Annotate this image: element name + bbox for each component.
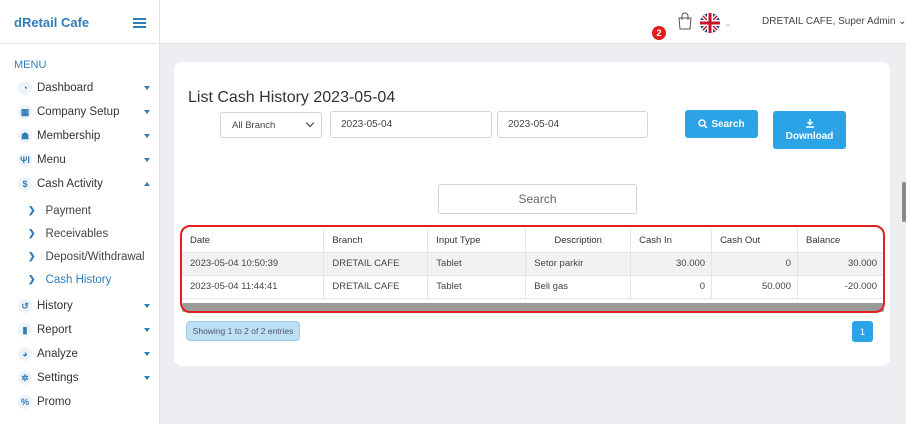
download-button[interactable]: Download <box>773 111 846 149</box>
chevron-down-icon[interactable]: ⌄ <box>725 20 731 28</box>
sidebar-item-label: Company Setup <box>37 106 120 118</box>
topbar: 2 ⌄ DRETAIL CAFE, Super Admin ⌄ <box>160 0 906 44</box>
download-button-label: Download <box>785 131 834 142</box>
cash-history-card: List Cash History 2023-05-04 All Branch … <box>174 62 890 366</box>
users-icon: ☗ <box>18 129 32 143</box>
chevron-down-icon <box>144 134 150 138</box>
download-icon <box>805 119 814 128</box>
uk-flag-icon[interactable] <box>700 13 720 33</box>
sidebar-item-cash-activity[interactable]: $ Cash Activity <box>0 172 160 196</box>
sidebar-item-menu[interactable]: ΨΙ Menu <box>0 148 160 172</box>
sidebar-item-label: Promo <box>37 396 71 408</box>
table-search-input[interactable]: Search <box>438 184 637 214</box>
sidebar-item-history[interactable]: ↺ History <box>0 294 160 318</box>
chevron-right-icon: ❯ <box>28 228 36 238</box>
sidebar-item-label: Dashboard <box>37 82 94 94</box>
chevron-down-icon <box>144 158 150 162</box>
brand-bar: dRetail Cafe <box>0 0 160 44</box>
sidebar-subitem-payment[interactable]: ❯ Payment <box>0 199 160 222</box>
sidebar-item-report[interactable]: ▮ Report <box>0 318 160 342</box>
percent-icon: % <box>18 395 32 409</box>
cash-activity-submenu: ❯ Payment ❯ Receivables ❯ Deposit/Withdr… <box>0 196 160 294</box>
search-button-label: Search <box>711 118 745 130</box>
sidebar-item-label: Membership <box>37 130 101 142</box>
sidebar-item-label: Report <box>37 324 72 336</box>
chevron-down-icon <box>144 376 150 380</box>
search-button[interactable]: Search <box>685 110 758 138</box>
table-highlight-annotation <box>180 225 885 313</box>
sidebar-subitem-label: Payment <box>45 204 91 217</box>
chevron-down-icon <box>144 110 150 114</box>
search-icon <box>698 119 708 129</box>
menu-title: MENU <box>14 59 47 71</box>
sidebar-item-label: History <box>37 300 73 312</box>
sidebar-item-company-setup[interactable]: ▦ Company Setup <box>0 100 160 124</box>
dollar-icon: $ <box>18 177 32 191</box>
sidebar-subitem-receivables[interactable]: ❯ Receivables <box>0 222 160 245</box>
sidebar-subitem-deposit-withdrawal[interactable]: ❯ Deposit/Withdrawal <box>0 245 160 268</box>
branch-select[interactable]: All Branch <box>220 112 322 138</box>
chevron-down-icon <box>305 118 315 128</box>
sidebar-item-label: Analyze <box>37 348 78 360</box>
chevron-right-icon: ❯ <box>28 251 36 261</box>
user-menu[interactable]: DRETAIL CAFE, Super Admin ⌄ <box>762 16 906 27</box>
sidebar-nav: ◔ Dashboard ▦ Company Setup ☗ Membership… <box>0 76 160 414</box>
cart-count-badge: 2 <box>652 26 666 40</box>
chevron-up-icon <box>144 182 150 186</box>
brand-name[interactable]: dRetail Cafe <box>14 15 89 30</box>
page-title: List Cash History 2023-05-04 <box>188 89 396 106</box>
sidebar-item-membership[interactable]: ☗ Membership <box>0 124 160 148</box>
date-from-input[interactable]: 2023-05-04 <box>330 111 492 138</box>
chevron-right-icon: ❯ <box>28 274 36 284</box>
sidebar-item-label: Menu <box>37 154 66 166</box>
chevron-down-icon <box>144 304 150 308</box>
sidebar-item-label: Cash Activity <box>37 178 103 190</box>
sidebar-subitem-label: Receivables <box>45 227 109 240</box>
sidebar-subitem-label: Deposit/Withdrawal <box>45 250 145 263</box>
sidebar: dRetail Cafe MENU ◔ Dashboard ▦ Company … <box>0 0 160 424</box>
pagination-page-1[interactable]: 1 <box>852 321 873 342</box>
sidebar-subitem-label: Cash History <box>45 273 112 286</box>
sidebar-item-promo[interactable]: % Promo <box>0 390 160 414</box>
hamburger-menu-icon[interactable] <box>133 18 146 28</box>
page-vertical-scrollbar[interactable] <box>902 182 906 222</box>
entries-info: Showing 1 to 2 of 2 entries <box>186 321 300 341</box>
sidebar-item-label: Settings <box>37 372 79 384</box>
chevron-down-icon <box>144 352 150 356</box>
chevron-right-icon: ❯ <box>28 205 36 215</box>
sidebar-item-settings[interactable]: ✲ Settings <box>0 366 160 390</box>
sidebar-subitem-cash-history[interactable]: ❯ Cash History <box>0 268 160 291</box>
sidebar-item-dashboard[interactable]: ◔ Dashboard <box>0 76 160 100</box>
history-icon: ↺ <box>18 299 32 313</box>
shopping-bag-icon[interactable] <box>676 12 694 30</box>
branch-select-value: All Branch <box>232 119 276 131</box>
sidebar-item-analyze[interactable]: ◕ Analyze <box>0 342 160 366</box>
utensils-icon: ΨΙ <box>18 153 32 167</box>
gear-icon: ✲ <box>18 371 32 385</box>
file-icon: ▮ <box>18 323 32 337</box>
chevron-down-icon <box>144 86 150 90</box>
date-to-input[interactable]: 2023-05-04 <box>497 111 648 138</box>
dashboard-icon: ◔ <box>18 81 32 95</box>
pie-chart-icon: ◕ <box>18 347 32 361</box>
building-icon: ▦ <box>18 105 32 119</box>
chevron-down-icon <box>144 328 150 332</box>
